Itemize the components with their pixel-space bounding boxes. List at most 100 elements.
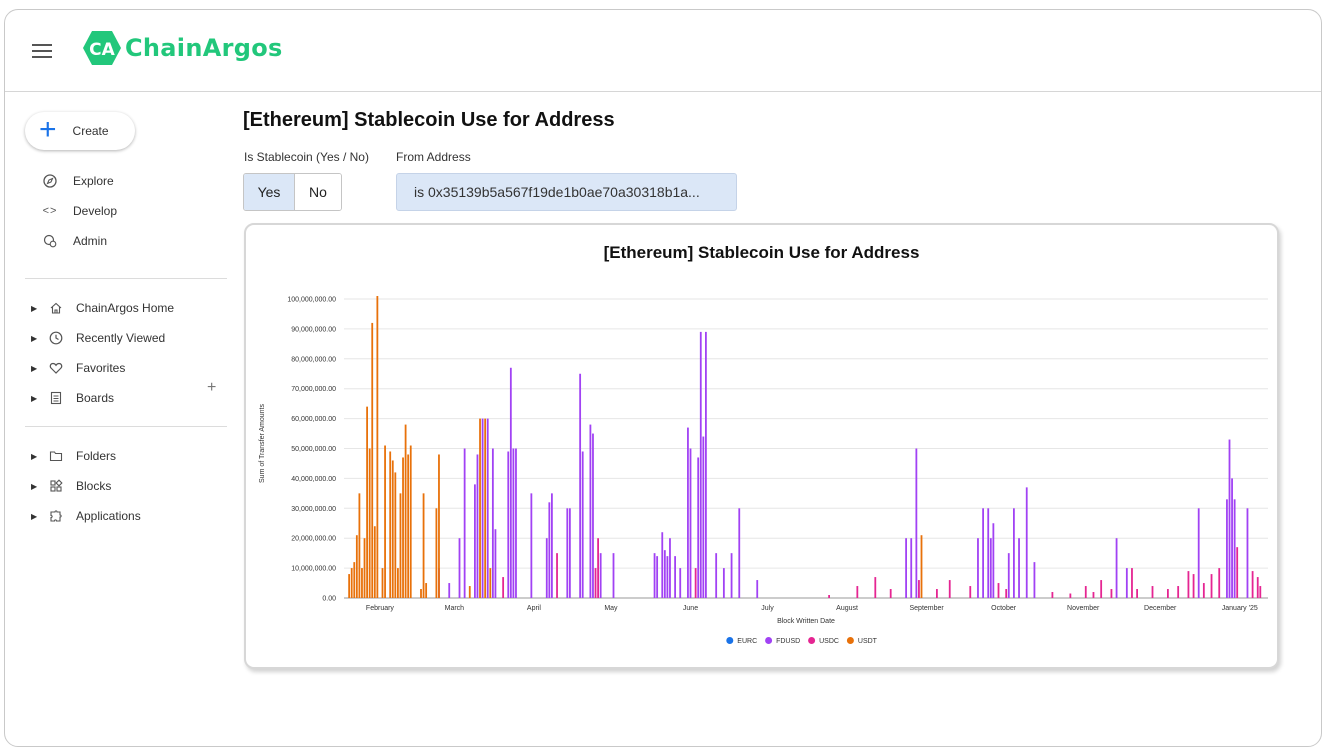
x-tick-label: February: [366, 605, 395, 612]
tree-item-label: Boards: [76, 391, 115, 405]
bar-fdusd: [589, 424, 592, 598]
x-axis-title: Block Written Date: [777, 618, 835, 625]
bar-usdt: [373, 526, 376, 598]
bar-fdusd: [722, 568, 725, 598]
bar-usdc: [1202, 583, 1205, 598]
svg-text:CA: CA: [89, 40, 115, 60]
tree-item-label: ChainArgos Home: [76, 301, 175, 315]
sidebar-item-favorites[interactable]: ▶ Favorites: [31, 358, 125, 378]
nav-item-label: Admin: [73, 234, 108, 248]
chainargos-logo[interactable]: CA ChainArgos: [81, 28, 283, 68]
sidebar-item-applications[interactable]: ▶ Applications: [31, 506, 141, 526]
tree-item-label: Folders: [76, 449, 117, 463]
legend-label-usdt: USDT: [858, 638, 878, 645]
applications-icon: [47, 507, 65, 525]
bar-usdt: [361, 568, 363, 598]
bar-usdt: [394, 472, 397, 598]
bar-usdt: [376, 296, 379, 598]
y-tick-label: 0.00: [322, 596, 336, 603]
sidebar-divider: [25, 278, 227, 279]
tree-item-label: Recently Viewed: [76, 331, 166, 345]
bar-fdusd: [687, 427, 689, 598]
sidebar-item-recently-viewed[interactable]: ▶ Recently Viewed: [31, 328, 165, 348]
y-tick-label: 100,000,000.00: [287, 297, 336, 304]
bar-usdt: [402, 457, 404, 598]
app-window: CA ChainArgos + Create Explore <> Develo…: [4, 9, 1322, 747]
sidebar-item-boards[interactable]: ▶ Boards: [31, 388, 114, 408]
nav-item-explore[interactable]: Explore: [41, 171, 114, 191]
bar-fdusd: [612, 553, 615, 598]
bar-usdt: [348, 574, 351, 598]
bar-fdusd: [1228, 439, 1231, 598]
bar-fdusd: [697, 457, 700, 598]
bar-usdc: [597, 538, 599, 598]
bar-fdusd: [515, 448, 517, 598]
bar-usdc: [1218, 568, 1221, 598]
bar-usdc: [889, 589, 892, 598]
x-tick-label: May: [604, 605, 618, 612]
bar-fdusd: [666, 556, 669, 598]
bar-usdt: [407, 454, 410, 598]
code-icon: <>: [42, 205, 58, 217]
sidebar-item-folders[interactable]: ▶ Folders: [31, 446, 116, 466]
bar-usdc: [1069, 593, 1072, 598]
sidebar-item-blocks[interactable]: ▶ Blocks: [31, 476, 111, 496]
y-tick-label: 80,000,000.00: [291, 356, 336, 363]
from-address-filter[interactable]: is 0x35139b5a567f19de1b0ae70a30318b1a...: [396, 173, 737, 211]
caret-right-icon: ▶: [31, 451, 38, 461]
y-tick-label: 60,000,000.00: [291, 416, 336, 423]
sidebar-divider: [25, 426, 227, 427]
heart-icon: [47, 359, 65, 377]
bar-fdusd: [592, 433, 594, 598]
bar-usdt: [363, 538, 366, 598]
yes-toggle[interactable]: Yes: [244, 174, 295, 210]
bar-usdc: [856, 586, 859, 598]
bar-usdc: [1136, 589, 1138, 598]
bar-usdc: [997, 583, 1000, 598]
bar-fdusd: [509, 367, 512, 598]
bar-usdt: [438, 454, 440, 598]
bar-usdc: [502, 577, 505, 598]
bar-usdt: [391, 460, 394, 598]
bar-usdc: [948, 580, 951, 598]
nav-item-develop[interactable]: <> Develop: [41, 201, 117, 221]
nav-item-label: Develop: [73, 204, 118, 218]
bar-fdusd: [656, 556, 659, 598]
bar-usdc: [1256, 577, 1259, 598]
y-tick-label: 50,000,000.00: [291, 446, 336, 453]
bar-fdusd: [705, 331, 707, 598]
no-toggle[interactable]: No: [295, 174, 341, 210]
bar-fdusd: [448, 583, 451, 598]
bar-fdusd: [463, 448, 466, 598]
x-tick-label: June: [683, 605, 698, 612]
bar-fdusd: [992, 523, 995, 598]
bar-fdusd: [730, 553, 733, 598]
bar-fdusd: [756, 580, 759, 598]
plus-icon: +: [39, 112, 57, 146]
bar-fdusd: [1018, 538, 1020, 598]
bar-fdusd: [702, 436, 705, 598]
blocks-icon: [47, 477, 65, 495]
x-tick-label: July: [761, 605, 774, 612]
bar-fdusd: [1246, 508, 1249, 598]
board-icon: [47, 389, 65, 407]
bar-usdt: [368, 448, 371, 598]
y-tick-label: 90,000,000.00: [291, 326, 336, 333]
bar-usdc: [556, 553, 558, 598]
bar-fdusd: [507, 451, 510, 598]
menu-icon[interactable]: [32, 44, 52, 58]
bar-usdc: [1236, 547, 1239, 598]
bar-usdt: [381, 568, 384, 598]
bar-usdc: [828, 595, 830, 598]
caret-right-icon: ▶: [31, 363, 38, 373]
create-button[interactable]: + Create: [25, 112, 135, 150]
sidebar-item-chainargos-home[interactable]: ▶ ChainArgos Home: [31, 298, 174, 318]
x-tick-label: December: [1144, 605, 1177, 612]
bar-fdusd: [1233, 499, 1236, 598]
add-board-button[interactable]: +: [207, 379, 216, 397]
bar-usdt: [371, 322, 374, 598]
nav-item-admin[interactable]: Admin: [41, 231, 107, 251]
bar-fdusd: [530, 493, 533, 598]
bar-fdusd: [679, 568, 682, 598]
bar-fdusd: [568, 508, 571, 598]
